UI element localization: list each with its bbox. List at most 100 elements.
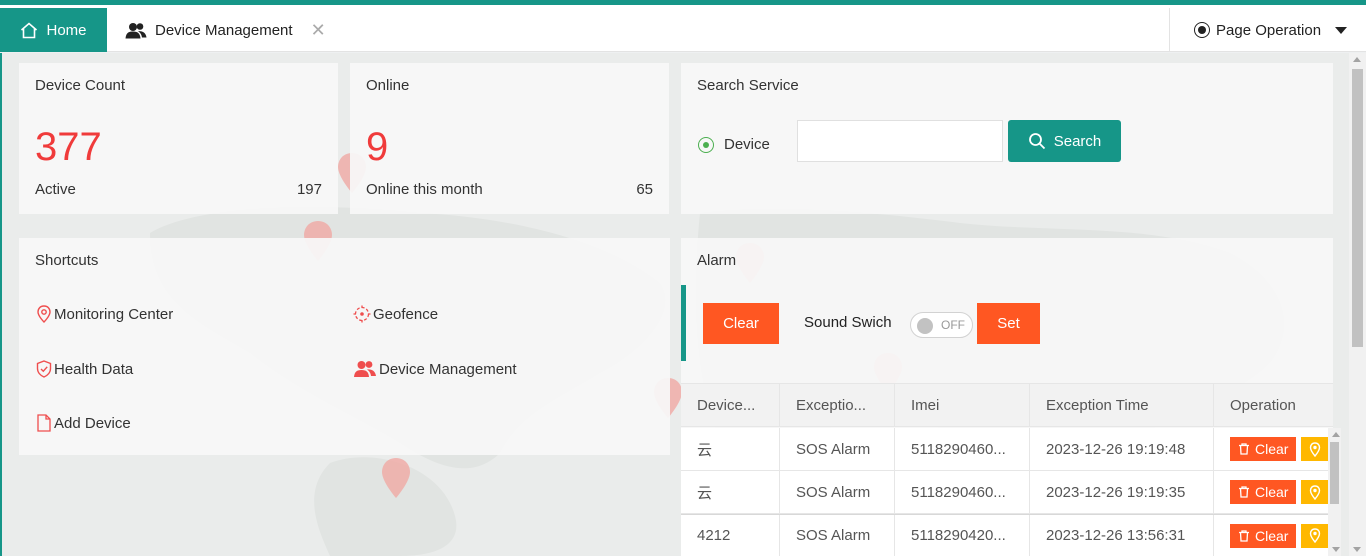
shortcut-monitoring-center[interactable]: Monitoring Center xyxy=(36,305,173,323)
page-scrollbar[interactable] xyxy=(1349,53,1366,556)
scroll-up-arrow-icon[interactable] xyxy=(1353,57,1361,62)
cell-device: 云 xyxy=(681,428,780,470)
cell-exception: SOS Alarm xyxy=(780,515,895,556)
home-icon xyxy=(21,21,38,38)
cell-time: 2023-12-26 19:19:48 xyxy=(1030,428,1214,470)
tab-device-management[interactable]: Device Management ✕ xyxy=(107,8,326,52)
header-device[interactable]: Device... xyxy=(681,384,780,426)
shortcut-label: Health Data xyxy=(54,360,134,378)
online-card: Online 9 Online this month 65 xyxy=(350,63,669,214)
shortcut-device-management[interactable]: Device Management xyxy=(353,360,517,378)
tab-home-label: Home xyxy=(46,21,87,39)
row-locate-button[interactable] xyxy=(1301,437,1330,461)
search-service-card: Search Service Device Search xyxy=(681,63,1333,214)
header-exception[interactable]: Exceptio... xyxy=(780,384,895,426)
alarm-card: Alarm Clear Sound Swich OFF Set Device..… xyxy=(681,238,1333,556)
shortcut-label: Geofence xyxy=(373,305,439,323)
shield-icon xyxy=(36,360,52,378)
online-value: 9 xyxy=(366,125,389,169)
shortcut-health-data[interactable]: Health Data xyxy=(36,360,133,378)
map-pin-icon xyxy=(1310,484,1321,500)
header-exception-time[interactable]: Exception Time xyxy=(1030,384,1214,426)
scroll-down-arrow-icon[interactable] xyxy=(1353,547,1361,552)
device-count-card: Device Count 377 Active 197 xyxy=(19,63,338,214)
users-icon xyxy=(354,361,376,377)
row-clear-label: Clear xyxy=(1255,441,1289,457)
shortcut-add-device[interactable]: Add Device xyxy=(36,414,131,432)
cell-device: 云 xyxy=(681,471,780,513)
header-imei[interactable]: Imei xyxy=(895,384,1030,426)
cell-imei: 5118290460... xyxy=(895,471,1030,513)
scroll-down-arrow-icon[interactable] xyxy=(1332,547,1340,552)
cell-operation: Clear xyxy=(1214,428,1333,470)
map-pin-icon xyxy=(1310,441,1321,457)
alarm-set-button[interactable]: Set xyxy=(977,303,1040,344)
table-row: 4212 SOS Alarm 5118290420... 2023-12-26 … xyxy=(681,514,1333,556)
tab-home[interactable]: Home xyxy=(0,8,107,52)
toggle-text: OFF xyxy=(941,318,965,332)
search-button[interactable]: Search xyxy=(1008,120,1121,162)
tab-device-management-label: Device Management xyxy=(155,21,293,39)
header-operation: Operation xyxy=(1230,396,1296,414)
table-scrollbar[interactable] xyxy=(1328,428,1341,556)
row-clear-button[interactable]: Clear xyxy=(1230,480,1297,504)
shortcut-label: Add Device xyxy=(54,414,131,432)
alarm-title: Alarm xyxy=(697,252,737,269)
active-value: 197 xyxy=(296,181,322,198)
table-scroll-thumb[interactable] xyxy=(1330,442,1339,504)
cell-operation: Clear xyxy=(1214,515,1333,556)
active-label: Active xyxy=(35,181,76,198)
cell-exception: SOS Alarm xyxy=(780,428,895,470)
cell-imei: 5118290420... xyxy=(895,515,1030,556)
device-radio-option[interactable]: Device xyxy=(698,136,770,153)
device-radio-label: Device xyxy=(724,136,770,153)
row-clear-button[interactable]: Clear xyxy=(1230,523,1297,548)
close-icon[interactable]: ✕ xyxy=(311,21,326,39)
tab-bar: Home Device Management ✕ Page Operation xyxy=(0,5,1366,52)
search-input[interactable] xyxy=(797,120,1003,162)
scroll-up-arrow-icon[interactable] xyxy=(1332,432,1340,437)
radio-checked-icon xyxy=(698,136,714,153)
online-month-label: Online this month xyxy=(366,181,483,198)
caret-down-icon xyxy=(1335,26,1348,34)
trash-icon xyxy=(1239,486,1249,498)
row-clear-label: Clear xyxy=(1255,527,1289,544)
cell-device: 4212 xyxy=(681,515,780,556)
sound-toggle[interactable]: OFF xyxy=(910,312,973,338)
cell-time: 2023-12-26 19:19:35 xyxy=(1030,471,1214,513)
search-button-label: Search xyxy=(1053,132,1102,150)
shortcuts-title: Shortcuts xyxy=(35,252,99,269)
left-accent-bar xyxy=(0,53,2,556)
cell-operation: Clear xyxy=(1214,471,1333,513)
device-count-value: 377 xyxy=(35,125,102,169)
page-scroll-thumb[interactable] xyxy=(1352,69,1363,347)
cell-exception: SOS Alarm xyxy=(780,471,895,513)
shortcuts-card: Shortcuts Monitoring Center Geofence Hea… xyxy=(19,238,670,455)
table-row: 云 SOS Alarm 5118290460... 2023-12-26 19:… xyxy=(681,428,1333,471)
row-clear-button[interactable]: Clear xyxy=(1230,437,1297,461)
alarm-clear-button[interactable]: Clear xyxy=(703,303,779,344)
row-clear-label: Clear xyxy=(1255,484,1289,500)
shortcut-label: Device Management xyxy=(379,360,517,378)
page-operation-label: Page Operation xyxy=(1216,21,1322,39)
sound-switch-label: Sound Swich xyxy=(804,314,892,331)
row-locate-button[interactable] xyxy=(1301,480,1330,504)
page-operation-dropdown[interactable]: Page Operation xyxy=(1169,8,1366,52)
online-title: Online xyxy=(366,77,410,94)
map-pin-icon xyxy=(37,305,51,323)
shortcut-geofence[interactable]: Geofence xyxy=(353,305,438,323)
cell-time: 2023-12-26 13:56:31 xyxy=(1030,515,1214,556)
users-icon xyxy=(125,22,147,38)
trash-icon xyxy=(1239,443,1249,455)
cell-imei: 5118290460... xyxy=(895,428,1030,470)
file-icon xyxy=(37,414,51,432)
device-count-title: Device Count xyxy=(35,77,126,94)
shortcut-label: Monitoring Center xyxy=(54,305,174,323)
dot-circle-icon xyxy=(1194,22,1210,38)
main-content: Device Count 377 Active 197 Online 9 Onl… xyxy=(0,53,1366,556)
trash-icon xyxy=(1239,529,1249,542)
row-locate-button[interactable] xyxy=(1301,523,1330,548)
toggle-knob xyxy=(917,318,933,334)
alarm-accent-bar xyxy=(681,285,686,361)
geofence-icon xyxy=(353,305,371,323)
